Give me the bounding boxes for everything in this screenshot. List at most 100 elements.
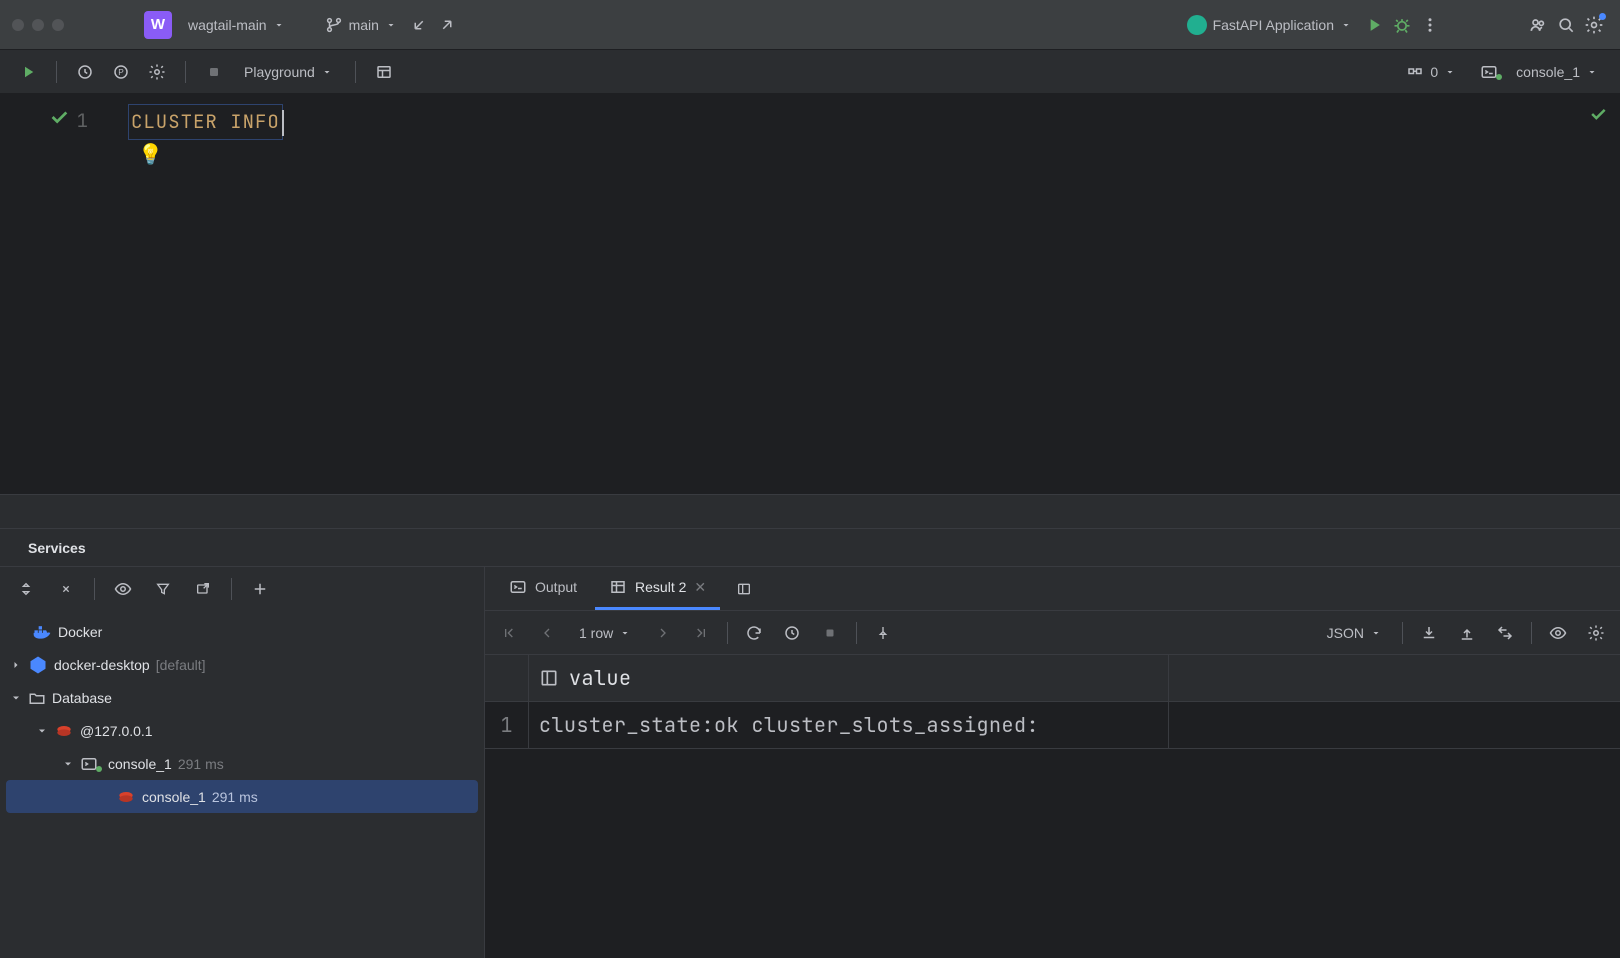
first-page-button[interactable] (495, 619, 523, 647)
active-dot (1496, 74, 1502, 80)
chevron-right-icon[interactable] (10, 659, 22, 671)
tree-item-console[interactable]: console_1 291 ms (0, 747, 484, 780)
chevron-down-icon[interactable] (10, 692, 22, 704)
search-icon (1556, 15, 1576, 35)
session-selector[interactable]: console_1 (1472, 59, 1606, 85)
panel-title-text: Services (28, 540, 86, 556)
chevron-down-icon[interactable] (62, 758, 74, 770)
prev-page-button[interactable] (533, 619, 561, 647)
close-window-icon[interactable] (12, 19, 24, 31)
tab-layout-button[interactable] (730, 575, 758, 603)
stop-button[interactable] (200, 58, 228, 86)
tab-label: Output (535, 579, 577, 595)
notification-dot (1599, 13, 1606, 20)
outgoing-changes-button[interactable] (433, 11, 461, 39)
code-editor[interactable]: 1 CLUSTER INFO 💡 (0, 94, 1620, 494)
explain-plan-button[interactable]: P (107, 58, 135, 86)
collapse-all-button[interactable] (52, 575, 80, 603)
settings-button[interactable] (1580, 11, 1608, 39)
chevron-down-icon[interactable] (36, 725, 48, 737)
import-button[interactable] (1453, 619, 1481, 647)
last-page-button[interactable] (687, 619, 715, 647)
download-icon (1420, 624, 1438, 642)
window-controls (12, 19, 64, 31)
arrow-up-right-icon (438, 16, 456, 34)
zoom-window-icon[interactable] (52, 19, 64, 31)
result-grid[interactable]: value 1 cluster_state:ok cluster_slots_a… (485, 655, 1620, 958)
services-tree[interactable]: Docker docker-desktop [default] Database… (0, 611, 484, 958)
open-new-tab-button[interactable] (189, 575, 217, 603)
k8s-icon (28, 655, 48, 675)
tree-item-console-child[interactable]: console_1 291 ms (6, 780, 478, 813)
result-pane: Output Result 2 ✕ 1 row (485, 567, 1620, 958)
result-tabs: Output Result 2 ✕ (485, 567, 1620, 611)
gear-icon (1587, 624, 1605, 642)
tree-item-database[interactable]: Database (0, 681, 484, 714)
auto-refresh-button[interactable] (778, 619, 806, 647)
playground-selector[interactable]: Playground (236, 60, 341, 84)
incoming-changes-button[interactable] (405, 11, 433, 39)
intention-bulb-icon[interactable]: 💡 (138, 142, 163, 167)
close-tab-icon[interactable]: ✕ (694, 579, 706, 596)
project-badge: W (144, 11, 172, 39)
search-everywhere-button[interactable] (1552, 11, 1580, 39)
column-header-value[interactable]: value (529, 655, 1169, 701)
chevron-right-icon (655, 625, 671, 641)
editor-gutter: 1 (0, 94, 128, 494)
column-icon (539, 668, 559, 688)
result-settings-button[interactable] (1582, 619, 1610, 647)
project-selector[interactable]: wagtail-main (180, 13, 293, 37)
filter-button[interactable] (149, 575, 177, 603)
tree-item-host[interactable]: @127.0.0.1 (0, 714, 484, 747)
tree-label: @127.0.0.1 (80, 723, 153, 739)
grid-corner (485, 655, 529, 701)
code-content[interactable]: CLUSTER INFO (128, 94, 1620, 494)
panel-resize-handle[interactable] (0, 494, 1620, 528)
row-count-selector[interactable]: 1 row (571, 621, 639, 645)
show-button[interactable] (109, 575, 137, 603)
tree-label: console_1 (142, 789, 206, 805)
tree-item-docker[interactable]: Docker (0, 615, 484, 648)
play-icon (1364, 15, 1384, 35)
inspection-status[interactable] (1588, 104, 1608, 124)
tree-item-docker-desktop[interactable]: docker-desktop [default] (0, 648, 484, 681)
next-page-button[interactable] (649, 619, 677, 647)
minimize-window-icon[interactable] (32, 19, 44, 31)
console-settings-button[interactable] (143, 58, 171, 86)
run-button[interactable] (1360, 11, 1388, 39)
row-number: 1 (485, 702, 529, 748)
tx-selector[interactable]: 0 (1398, 59, 1464, 85)
view-button[interactable] (1544, 619, 1572, 647)
code-with-me-button[interactable] (1524, 11, 1552, 39)
cell-value[interactable]: cluster_state:ok cluster_slots_assigned: (529, 702, 1169, 748)
history-button[interactable] (71, 58, 99, 86)
debug-button[interactable] (1388, 11, 1416, 39)
more-actions-button[interactable] (1416, 11, 1444, 39)
vcs-branch-selector[interactable]: main (317, 12, 405, 38)
clock-icon (783, 624, 801, 642)
terminal-icon (509, 578, 527, 596)
tab-result[interactable]: Result 2 ✕ (595, 567, 720, 610)
pin-icon (875, 625, 891, 641)
format-selector[interactable]: JSON (1319, 621, 1390, 645)
cancel-query-button[interactable] (816, 619, 844, 647)
chevron-down-icon (1370, 627, 1382, 639)
add-service-button[interactable] (246, 575, 274, 603)
grid-data-row[interactable]: 1 cluster_state:ok cluster_slots_assigne… (485, 702, 1620, 749)
export-button[interactable] (1415, 619, 1443, 647)
stop-icon (206, 64, 222, 80)
project-name: wagtail-main (188, 17, 267, 33)
gear-icon (148, 63, 166, 81)
tab-output[interactable]: Output (495, 567, 591, 610)
run-config-selector[interactable]: FastAPI Application (1179, 11, 1360, 39)
refresh-button[interactable] (740, 619, 768, 647)
pin-button[interactable] (869, 619, 897, 647)
open-tab-icon (195, 581, 211, 597)
execute-button[interactable] (14, 58, 42, 86)
compare-button[interactable] (1491, 619, 1519, 647)
chevron-down-icon (1340, 19, 1352, 31)
chevron-down-icon (1586, 66, 1598, 78)
refresh-icon (745, 624, 763, 642)
output-layout-button[interactable] (370, 58, 398, 86)
expand-all-button[interactable] (12, 575, 40, 603)
